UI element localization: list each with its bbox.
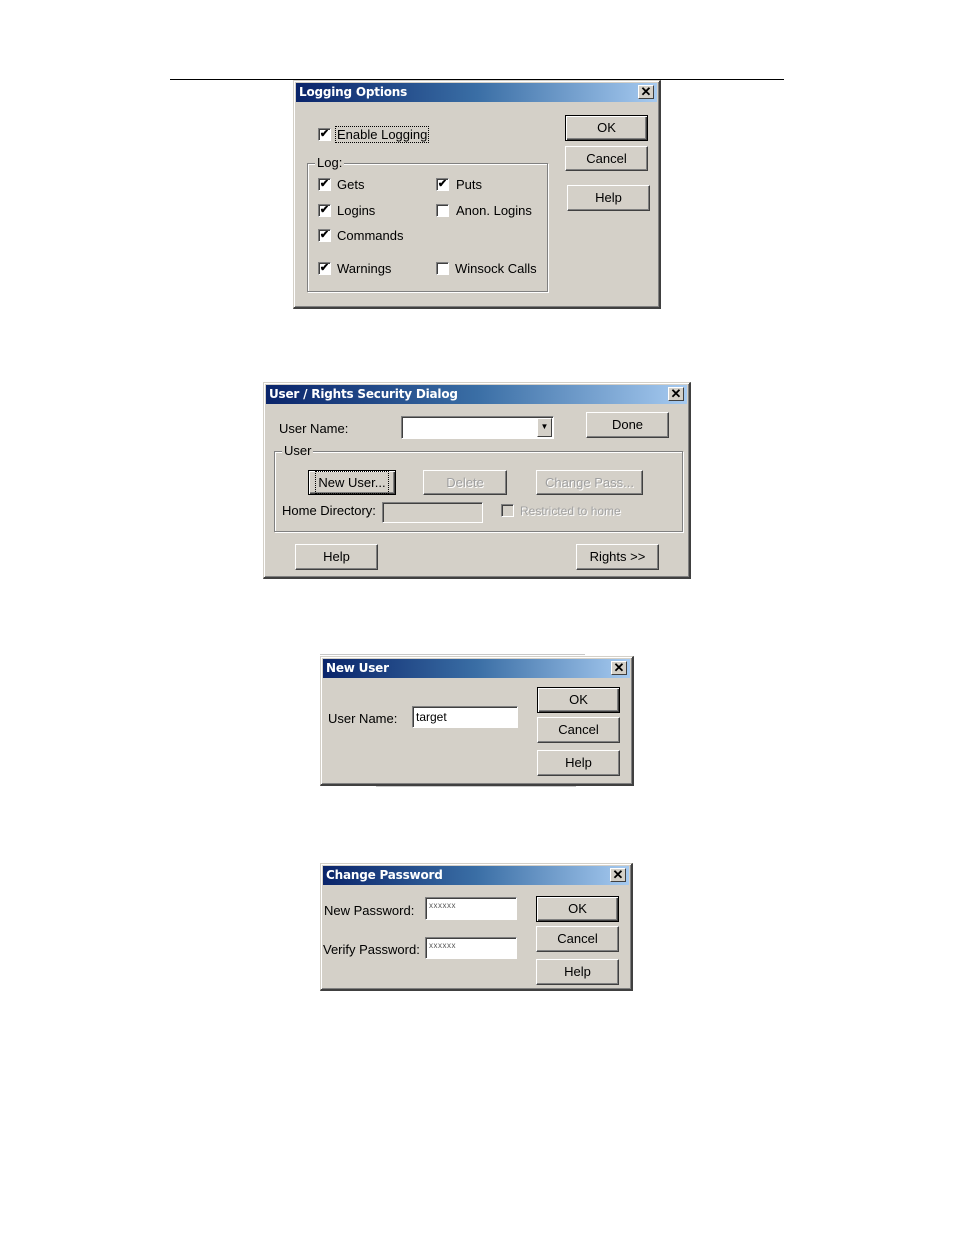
user-name-label: User Name:: [279, 421, 349, 436]
help-button[interactable]: Help: [536, 959, 619, 985]
user-group: User New User... Delete Change Pass... H…: [274, 443, 683, 532]
new-password-input[interactable]: xxxxxx: [425, 897, 517, 920]
dialog-title: Logging Options: [299, 85, 408, 99]
rights-button[interactable]: Rights >>: [576, 544, 659, 570]
user-group-title: User: [282, 443, 314, 458]
change-pass-button[interactable]: Change Pass...: [536, 470, 643, 495]
home-directory-input[interactable]: [382, 502, 483, 523]
puts-label[interactable]: Puts: [456, 177, 482, 192]
ok-button[interactable]: OK: [536, 896, 619, 922]
close-icon[interactable]: ✕: [611, 661, 627, 675]
puts-checkbox[interactable]: ✔: [436, 178, 449, 191]
log-group-title: Log:: [315, 155, 345, 170]
change-password-dialog: Change Password ✕ New Password: xxxxxx V…: [320, 863, 633, 991]
user-name-combobox[interactable]: ▼: [401, 416, 554, 439]
user-name-label: User Name:: [328, 711, 398, 726]
chevron-down-icon[interactable]: ▼: [537, 418, 552, 437]
restricted-to-home-checkbox[interactable]: [501, 504, 514, 517]
warnings-label[interactable]: Warnings: [337, 261, 391, 276]
close-icon[interactable]: ✕: [668, 387, 684, 401]
logging-options-dialog: Logging Options ✕ ✔ Enable Logging Log: …: [293, 80, 661, 309]
commands-label[interactable]: Commands: [337, 228, 403, 243]
dialog-title: New User: [326, 661, 389, 675]
ok-button[interactable]: OK: [565, 115, 648, 141]
close-icon[interactable]: ✕: [610, 868, 626, 882]
enable-logging-checkbox[interactable]: ✔: [318, 128, 331, 141]
enable-logging-label[interactable]: Enable Logging: [335, 126, 430, 143]
ok-button[interactable]: OK: [537, 687, 620, 713]
winsock-calls-checkbox[interactable]: [436, 262, 449, 275]
help-button[interactable]: Help: [295, 544, 378, 570]
logins-label[interactable]: Logins: [337, 203, 375, 218]
title-bar: Change Password ✕: [323, 866, 629, 885]
delete-button[interactable]: Delete: [423, 470, 507, 495]
done-button[interactable]: Done: [586, 412, 669, 438]
winsock-calls-label[interactable]: Winsock Calls: [455, 261, 537, 276]
anon-logins-checkbox[interactable]: [436, 204, 449, 217]
user-rights-security-dialog: User / Rights Security Dialog ✕ User Nam…: [263, 382, 691, 579]
log-group: Log: ✔ Gets ✔ Puts ✔ Logins Anon. Logins…: [307, 155, 548, 292]
close-icon[interactable]: ✕: [638, 85, 654, 99]
gets-checkbox[interactable]: ✔: [318, 178, 331, 191]
clipped-window-edge: [320, 654, 585, 655]
title-bar: Logging Options ✕: [296, 83, 657, 102]
cancel-button[interactable]: Cancel: [565, 146, 648, 171]
verify-password-label: Verify Password:: [323, 942, 420, 957]
restricted-to-home-label: Restricted to home: [520, 504, 621, 518]
title-bar: User / Rights Security Dialog ✕: [266, 385, 687, 404]
cancel-button[interactable]: Cancel: [536, 926, 619, 952]
dialog-title: Change Password: [326, 868, 443, 882]
commands-checkbox[interactable]: ✔: [318, 229, 331, 242]
clipped-window-edge: [376, 786, 576, 787]
new-password-label: New Password:: [324, 903, 415, 918]
gets-label[interactable]: Gets: [337, 177, 364, 192]
help-button[interactable]: Help: [567, 185, 650, 211]
user-name-input[interactable]: [412, 706, 518, 728]
new-user-button[interactable]: New User...: [308, 470, 396, 495]
title-bar: New User ✕: [323, 659, 630, 678]
warnings-checkbox[interactable]: ✔: [318, 262, 331, 275]
verify-password-input[interactable]: xxxxxx: [425, 937, 517, 959]
anon-logins-label[interactable]: Anon. Logins: [456, 203, 532, 218]
help-button[interactable]: Help: [537, 750, 620, 776]
dialog-title: User / Rights Security Dialog: [269, 387, 458, 401]
new-user-label: New User...: [315, 471, 389, 494]
new-user-dialog: New User ✕ User Name: OK Cancel Help: [320, 656, 634, 786]
cancel-button[interactable]: Cancel: [537, 717, 620, 743]
logins-checkbox[interactable]: ✔: [318, 204, 331, 217]
home-directory-label: Home Directory:: [282, 503, 376, 518]
